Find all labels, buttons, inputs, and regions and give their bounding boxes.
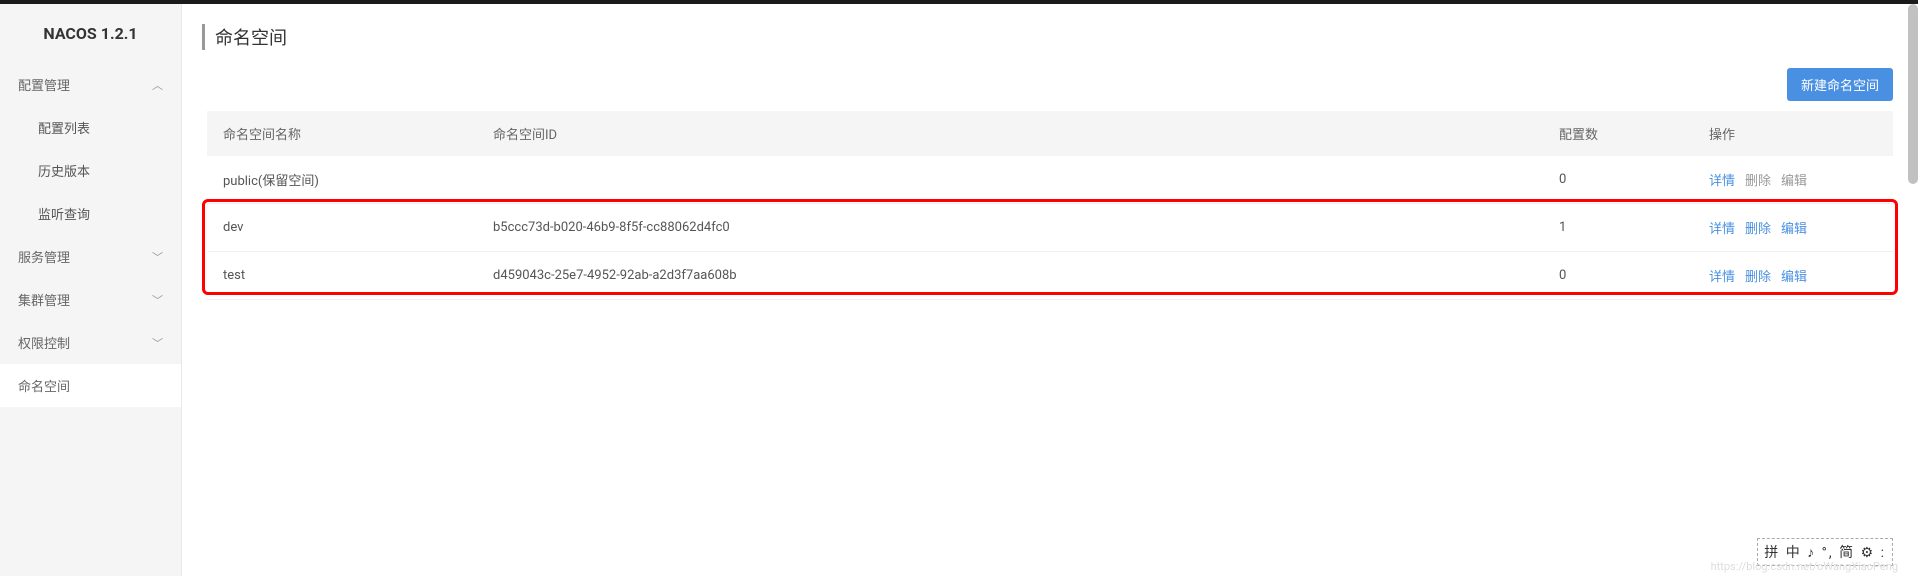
- cell-name: dev: [207, 204, 477, 252]
- table-header-row: 命名空间名称 命名空间ID 配置数 操作: [207, 111, 1893, 156]
- nav-label: 服务管理: [18, 247, 70, 266]
- col-header-action: 操作: [1693, 111, 1893, 156]
- detail-link[interactable]: 详情: [1709, 174, 1735, 189]
- cell-count: 0: [1543, 252, 1693, 300]
- nav-service-mgmt[interactable]: 服务管理 ﹀: [0, 235, 181, 278]
- edit-link[interactable]: 编辑: [1781, 222, 1807, 237]
- watermark: https://blog.csdn.net/oWangXiaoPeng: [1711, 560, 1898, 573]
- nav-label: 集群管理: [18, 290, 70, 309]
- delete-link[interactable]: 删除: [1745, 222, 1771, 237]
- edit-link: 编辑: [1781, 174, 1807, 189]
- nav-label: 配置管理: [18, 75, 70, 94]
- cell-action: 详情删除编辑: [1693, 204, 1893, 252]
- main-content: 命名空间 新建命名空间 命名空间名称 命名空间ID 配置数 操作 public(…: [182, 4, 1918, 576]
- cell-id: [477, 156, 1543, 204]
- logo: NACOS 1.2.1: [0, 4, 181, 63]
- nav-label: 配置列表: [38, 118, 90, 137]
- table-row: public(保留空间)0详情删除编辑: [207, 156, 1893, 204]
- chevron-down-icon: ﹀: [152, 249, 163, 265]
- table-row: devb5ccc73d-b020-46b9-8f5f-cc88062d4fc01…: [207, 204, 1893, 252]
- nav-label: 命名空间: [18, 376, 70, 395]
- table-row: testd459043c-25e7-4952-92ab-a2d3f7aa608b…: [207, 252, 1893, 300]
- nav-menu: 配置管理 ︿ 配置列表 历史版本 监听查询 服务管理 ﹀ 集群管理 ﹀ 权限控制: [0, 63, 181, 407]
- cell-count: 0: [1543, 156, 1693, 204]
- cell-id: d459043c-25e7-4952-92ab-a2d3f7aa608b: [477, 252, 1543, 300]
- col-header-count: 配置数: [1543, 111, 1693, 156]
- app-container: NACOS 1.2.1 配置管理 ︿ 配置列表 历史版本 监听查询 服务管理 ﹀…: [0, 4, 1918, 576]
- cell-id: b5ccc73d-b020-46b9-8f5f-cc88062d4fc0: [477, 204, 1543, 252]
- cell-action: 详情删除编辑: [1693, 252, 1893, 300]
- delete-link[interactable]: 删除: [1745, 270, 1771, 285]
- scrollbar[interactable]: [1908, 4, 1918, 184]
- cell-count: 1: [1543, 204, 1693, 252]
- detail-link[interactable]: 详情: [1709, 222, 1735, 237]
- nav-config-list[interactable]: 配置列表: [0, 106, 181, 149]
- action-bar: 新建命名空间: [182, 68, 1893, 101]
- namespace-table: 命名空间名称 命名空间ID 配置数 操作 public(保留空间)0详情删除编辑…: [207, 111, 1893, 300]
- nav-listen-query[interactable]: 监听查询: [0, 192, 181, 235]
- chevron-up-icon: ︿: [152, 77, 163, 93]
- edit-link[interactable]: 编辑: [1781, 270, 1807, 285]
- col-header-name: 命名空间名称: [207, 111, 477, 156]
- chevron-down-icon: ﹀: [152, 335, 163, 351]
- nav-history-version[interactable]: 历史版本: [0, 149, 181, 192]
- create-namespace-button[interactable]: 新建命名空间: [1787, 68, 1893, 101]
- table-body: public(保留空间)0详情删除编辑devb5ccc73d-b020-46b9…: [207, 156, 1893, 300]
- col-header-id: 命名空间ID: [477, 111, 1543, 156]
- nav-label: 历史版本: [38, 161, 90, 180]
- delete-link: 删除: [1745, 174, 1771, 189]
- sidebar: NACOS 1.2.1 配置管理 ︿ 配置列表 历史版本 监听查询 服务管理 ﹀…: [0, 4, 182, 576]
- nav-label: 监听查询: [38, 204, 90, 223]
- page-header: 命名空间: [202, 24, 1898, 50]
- nav-config-mgmt[interactable]: 配置管理 ︿: [0, 63, 181, 106]
- table-wrapper: 命名空间名称 命名空间ID 配置数 操作 public(保留空间)0详情删除编辑…: [207, 111, 1893, 300]
- detail-link[interactable]: 详情: [1709, 270, 1735, 285]
- cell-name: public(保留空间): [207, 156, 477, 204]
- cell-action: 详情删除编辑: [1693, 156, 1893, 204]
- nav-permission-ctrl[interactable]: 权限控制 ﹀: [0, 321, 181, 364]
- chevron-down-icon: ﹀: [152, 292, 163, 308]
- cell-name: test: [207, 252, 477, 300]
- nav-namespace[interactable]: 命名空间: [0, 364, 181, 407]
- page-title: 命名空间: [215, 24, 1898, 50]
- nav-cluster-mgmt[interactable]: 集群管理 ﹀: [0, 278, 181, 321]
- nav-label: 权限控制: [18, 333, 70, 352]
